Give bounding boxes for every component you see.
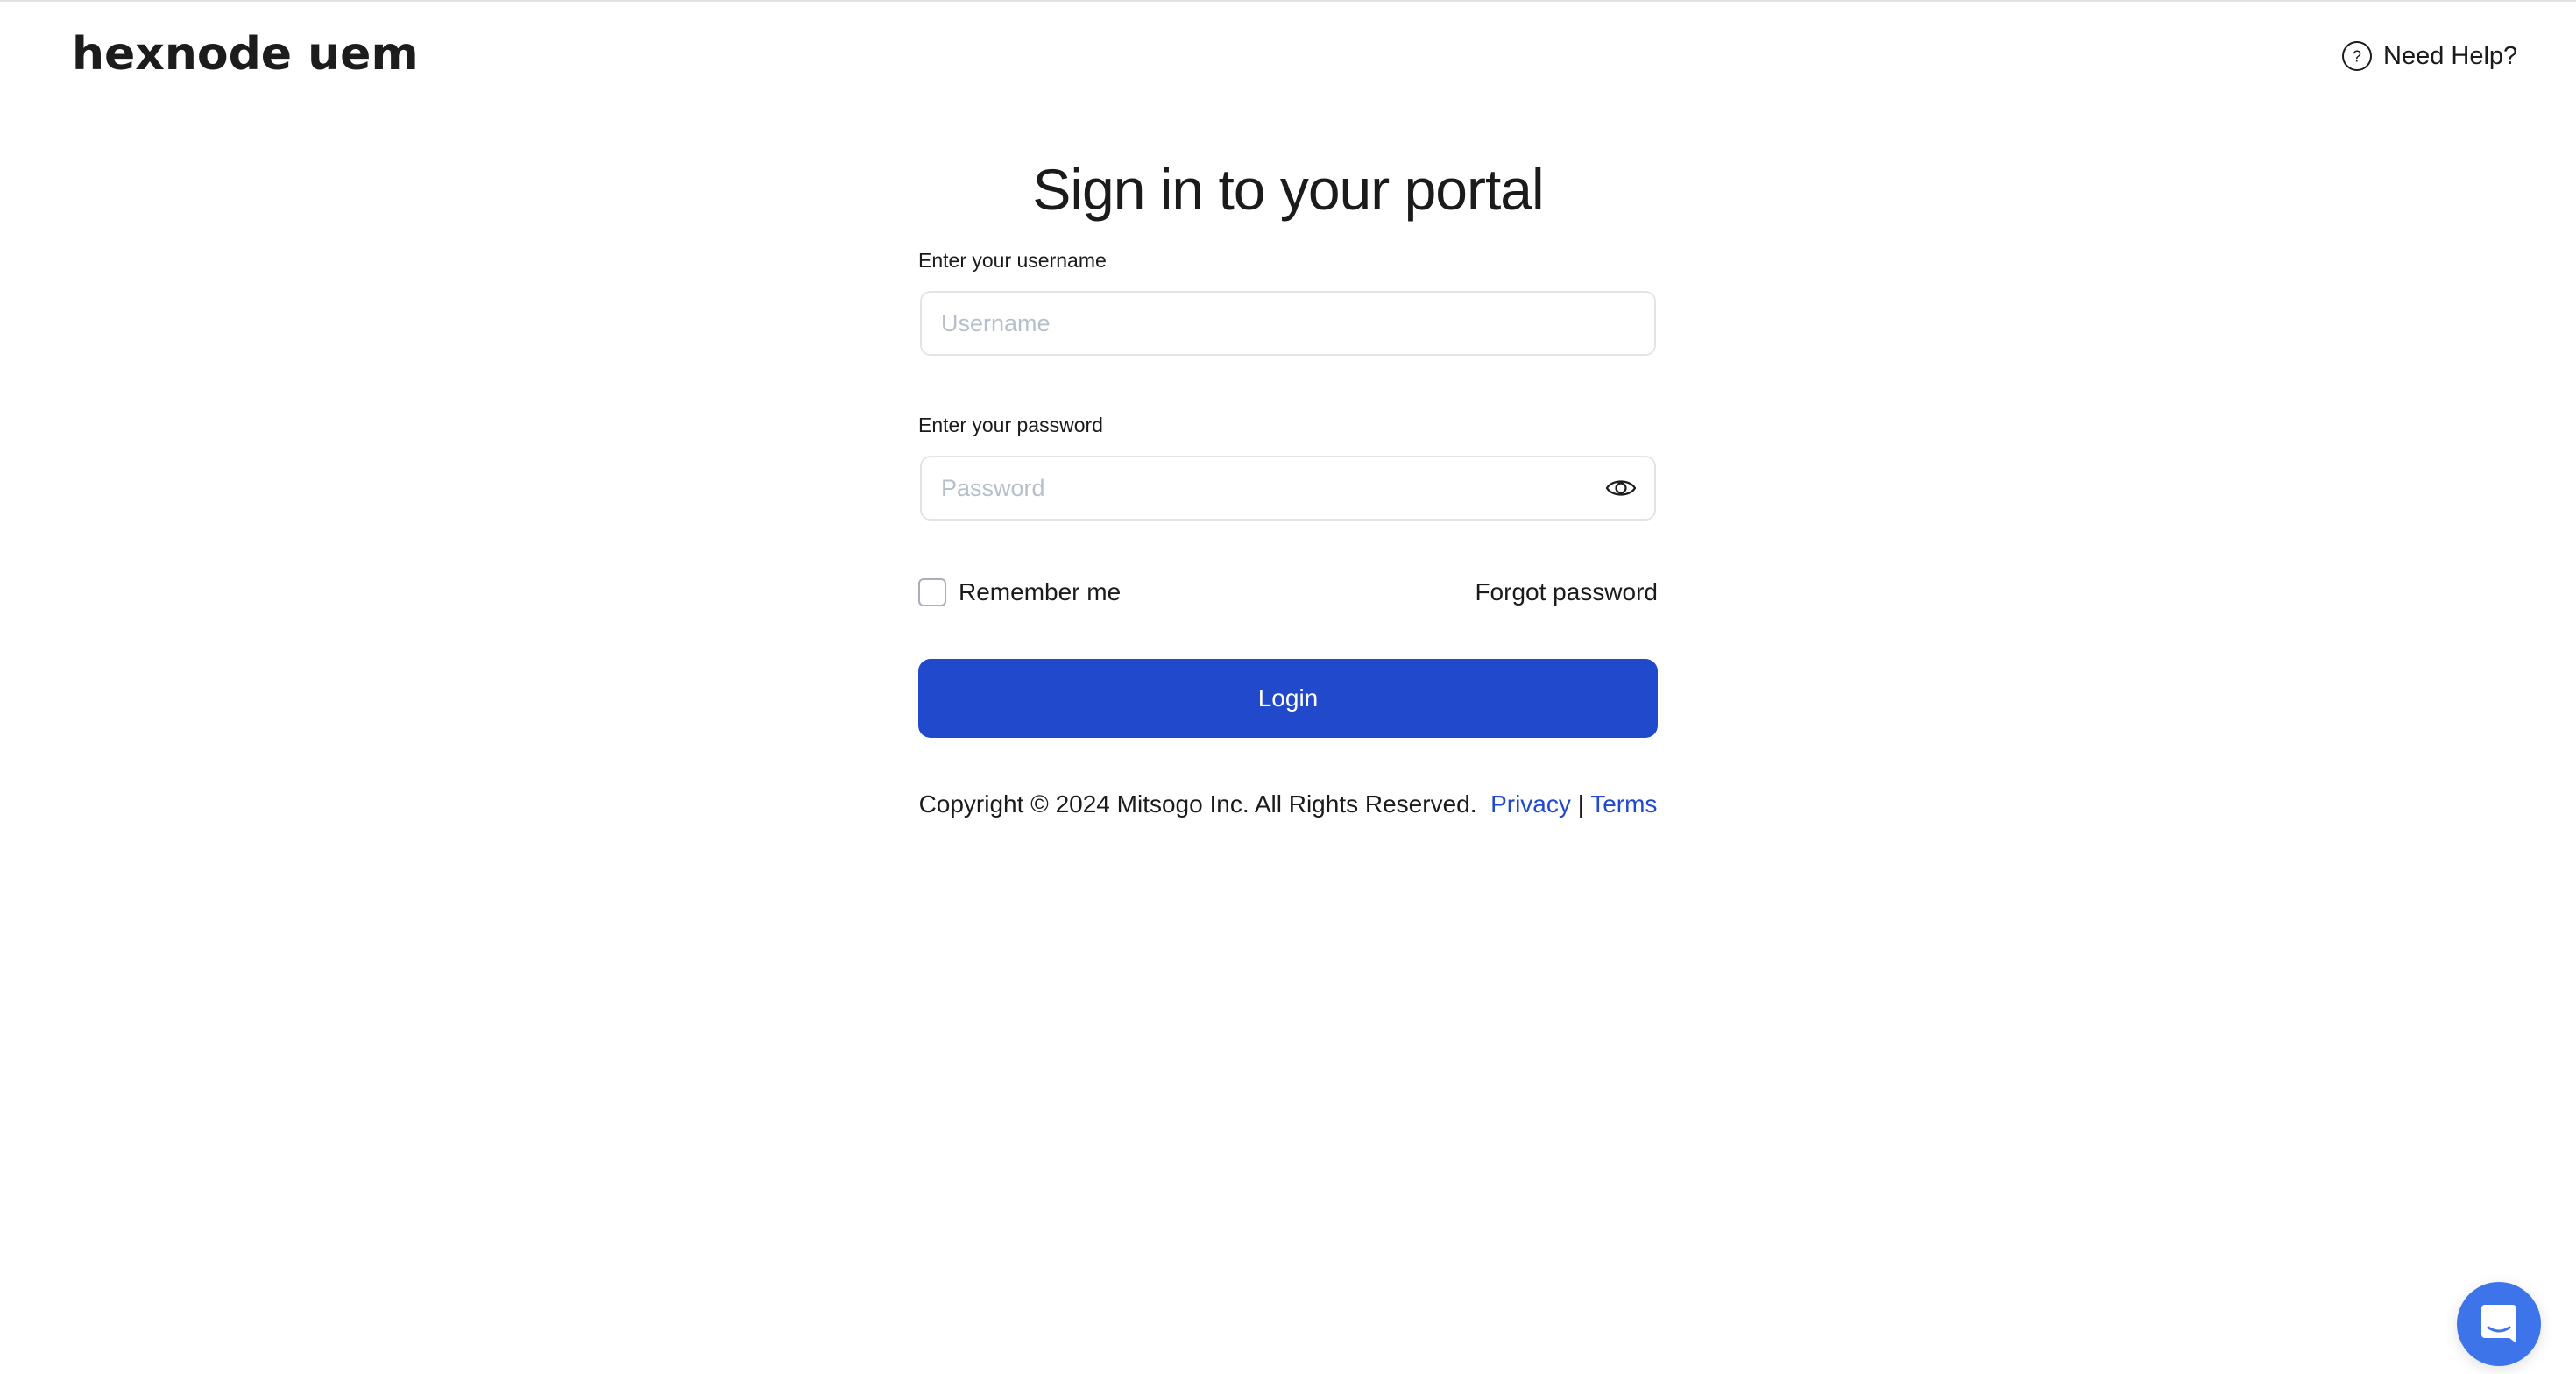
footer: Copyright © 2024 Mitsogo Inc. All Rights… bbox=[918, 790, 1658, 818]
eye-icon[interactable] bbox=[1605, 476, 1637, 500]
password-input[interactable] bbox=[939, 473, 1605, 503]
chat-bubble-icon bbox=[2481, 1305, 2516, 1343]
page-title: Sign in to your portal bbox=[1032, 157, 1544, 223]
question-circle-icon: ? bbox=[2342, 41, 2372, 71]
footer-separator: | bbox=[1577, 790, 1584, 818]
password-label: Enter your password bbox=[918, 414, 1103, 436]
checkbox-box[interactable] bbox=[918, 578, 946, 606]
privacy-link[interactable]: Privacy bbox=[1490, 790, 1571, 818]
hexnode-logo[interactable]: hexnode uem bbox=[72, 28, 419, 81]
forgot-password-link[interactable]: Forgot password bbox=[1475, 578, 1658, 606]
login-button[interactable]: Login bbox=[918, 659, 1658, 738]
copyright-text: Copyright © 2024 Mitsogo Inc. All Rights… bbox=[918, 790, 1477, 818]
svg-text:?: ? bbox=[2353, 48, 2361, 66]
remember-me-checkbox[interactable]: Remember me bbox=[918, 578, 1121, 606]
username-label: Enter your username bbox=[918, 249, 1107, 272]
need-help-label: Need Help? bbox=[2383, 41, 2518, 70]
username-field-container bbox=[920, 291, 1656, 356]
password-field-container bbox=[920, 456, 1656, 521]
username-input[interactable] bbox=[939, 308, 1637, 338]
login-form: Enter your username Enter your password … bbox=[918, 247, 1658, 818]
remember-me-label: Remember me bbox=[959, 578, 1122, 606]
options-row: Remember me Forgot password bbox=[918, 575, 1658, 610]
terms-link[interactable]: Terms bbox=[1590, 790, 1657, 818]
need-help-link[interactable]: ? Need Help? bbox=[2341, 40, 2517, 72]
chat-widget-button[interactable] bbox=[2457, 1282, 2541, 1366]
